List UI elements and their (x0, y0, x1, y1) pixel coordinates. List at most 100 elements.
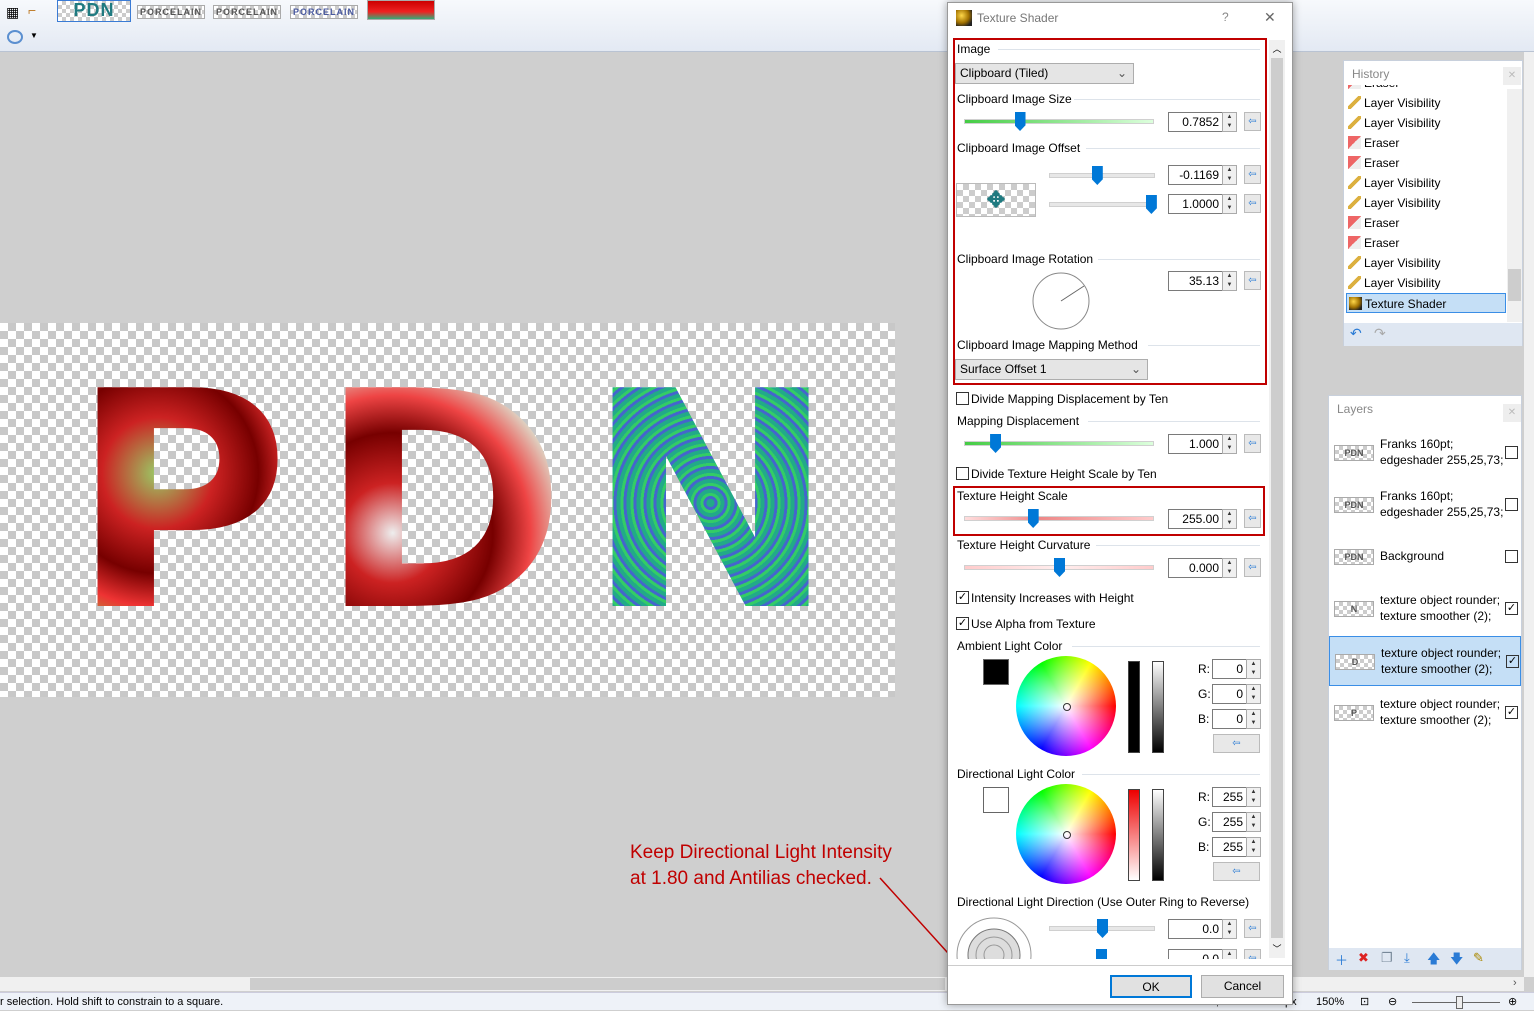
history-item[interactable]: Layer Visibility (1346, 93, 1506, 113)
ambient-r-spinner[interactable]: ▲ ▼ (1246, 659, 1261, 679)
ambient-g-spinner[interactable]: ▲ ▼ (1246, 684, 1261, 704)
divide-mapping-checkbox[interactable] (956, 392, 969, 405)
move-layer-up-icon[interactable]: 🡅 (1427, 950, 1440, 972)
offset-x-input[interactable]: -0.1169 (1168, 165, 1223, 185)
history-item[interactable]: Layer Visibility (1346, 273, 1506, 293)
layer-item[interactable]: PDN Franks 160pt; edgeshader 255,25,73; (1329, 480, 1521, 530)
divide-height-checkbox[interactable] (956, 467, 969, 480)
ambient-value-bar[interactable] (1152, 661, 1164, 753)
layer-visibility-checkbox[interactable] (1505, 498, 1518, 511)
ambient-color-wheel[interactable] (1016, 656, 1116, 756)
scroll-up-icon[interactable]: ︿ (1269, 42, 1285, 55)
directional-value-bar[interactable] (1152, 789, 1164, 881)
layer-visibility-checkbox[interactable] (1505, 446, 1518, 459)
layer-item[interactable]: N texture object rounder; texture smoothe… (1329, 584, 1521, 634)
image-dropdown[interactable]: Clipboard (Tiled) ⌄ (955, 63, 1134, 84)
layer-item[interactable]: PDN Background (1329, 532, 1521, 582)
height-scale-spinner[interactable]: ▲ ▼ (1222, 509, 1237, 529)
size-reset-button[interactable]: ⇦ (1244, 112, 1261, 131)
cancel-button[interactable]: Cancel (1201, 975, 1284, 998)
history-item[interactable]: Layer Visibility (1346, 253, 1506, 273)
offset-preview[interactable]: ✥ (956, 183, 1036, 217)
history-item[interactable]: Eraser (1346, 133, 1506, 153)
displacement-spinner[interactable]: ▲ ▼ (1222, 434, 1237, 454)
close-button[interactable]: ✕ (1264, 9, 1276, 26)
image-tab-tulips[interactable] (367, 0, 435, 20)
directional-g-input[interactable]: 255 (1212, 812, 1247, 832)
zoom-slider-thumb[interactable] (1456, 996, 1463, 1009)
image-tab-porcelain-2[interactable]: PORCELAIN (213, 5, 281, 19)
direction-slider-1[interactable] (1049, 919, 1155, 938)
curvature-spinner[interactable]: ▲ ▼ (1222, 558, 1237, 578)
offset-y-input[interactable]: 1.0000 (1168, 194, 1223, 214)
duplicate-layer-icon[interactable]: ❐ (1381, 950, 1393, 966)
directional-g-spinner[interactable]: ▲ ▼ (1246, 812, 1261, 832)
rotation-reset-button[interactable]: ⇦ (1244, 271, 1261, 290)
undo-icon[interactable]: ↶ (1350, 325, 1362, 342)
ruler-icon[interactable]: ⌐ (28, 2, 36, 18)
history-item[interactable]: Layer Visibility (1346, 173, 1506, 193)
layer-visibility-checkbox[interactable] (1505, 550, 1518, 563)
ok-button[interactable]: OK (1110, 975, 1192, 998)
layer-item[interactable]: D texture object rounder; texture smoothe… (1329, 636, 1521, 686)
directional-reset-button[interactable]: ⇦ (1213, 862, 1260, 881)
zoom-out-icon[interactable]: ⊖ (1388, 993, 1397, 1011)
displacement-reset-button[interactable]: ⇦ (1244, 434, 1261, 453)
rotation-spinner[interactable]: ▲ ▼ (1222, 271, 1237, 291)
ambient-b-input[interactable]: 0 (1212, 709, 1247, 729)
direction-input-2[interactable]: 0.0 (1168, 949, 1223, 959)
directional-b-input[interactable]: 255 (1212, 837, 1247, 857)
scroll-down-icon[interactable]: ﹀ (1269, 942, 1285, 955)
directional-hue-bar[interactable] (1128, 789, 1140, 881)
height-scale-slider[interactable] (964, 509, 1154, 528)
delete-layer-icon[interactable]: ✖ (1358, 950, 1369, 966)
history-item[interactable]: Eraser (1346, 233, 1506, 253)
offset-y-spinner[interactable]: ▲ ▼ (1222, 194, 1237, 214)
displacement-slider[interactable] (964, 434, 1154, 453)
direction-reset-button-1[interactable]: ⇦ (1244, 919, 1261, 938)
grid-icon[interactable]: ▦ (6, 4, 19, 21)
ambient-swatch[interactable] (983, 659, 1009, 685)
scrollbar-thumb[interactable] (250, 978, 945, 990)
ambient-hue-bar[interactable] (1128, 661, 1140, 753)
displacement-input[interactable]: 1.000 (1168, 434, 1223, 454)
move-layer-down-icon[interactable]: 🡇 (1450, 950, 1463, 972)
curvature-input[interactable]: 0.000 (1168, 558, 1223, 578)
direction-spinner-2[interactable]: ▲ (1222, 949, 1237, 959)
direction-input-1[interactable]: 0.0 (1168, 919, 1223, 939)
offset-y-reset-button[interactable]: ⇦ (1244, 194, 1261, 213)
history-item[interactable]: Eraser (1346, 153, 1506, 173)
layer-visibility-checkbox[interactable]: ✓ (1506, 655, 1519, 668)
history-item[interactable]: Layer Visibility (1346, 193, 1506, 213)
size-input[interactable]: 0.7852 (1168, 112, 1223, 132)
rotation-input[interactable]: 35.13 (1168, 271, 1223, 291)
fit-icon[interactable]: ⊡ (1360, 993, 1369, 1011)
directional-swatch[interactable] (983, 787, 1009, 813)
layer-properties-icon[interactable]: ✎ (1473, 950, 1484, 966)
size-spinner[interactable]: ▲ ▼ (1222, 112, 1237, 132)
rotation-dial[interactable] (1031, 271, 1091, 331)
history-scroll-thumb[interactable] (1508, 269, 1521, 301)
slider-thumb[interactable] (990, 434, 1002, 453)
height-scale-reset-button[interactable]: ⇦ (1244, 509, 1261, 528)
slider-thumb[interactable] (1054, 558, 1065, 577)
slider-thumb[interactable] (1097, 919, 1108, 938)
help-button[interactable]: ? (1222, 10, 1229, 24)
direction-reset-button-2[interactable]: ⇦ (1244, 949, 1261, 959)
layer-visibility-checkbox[interactable]: ✓ (1505, 602, 1518, 615)
image-tab-porcelain-1[interactable]: PORCELAIN (137, 5, 205, 19)
dialog-scrollbar[interactable]: ︿ ﹀ (1269, 40, 1285, 958)
offset-x-reset-button[interactable]: ⇦ (1244, 165, 1261, 184)
intensity-checkbox[interactable]: ✓ (956, 591, 969, 604)
mapping-dropdown[interactable]: Surface Offset 1 ⌄ (955, 359, 1148, 380)
use-alpha-checkbox[interactable]: ✓ (956, 617, 969, 630)
directional-r-input[interactable]: 255 (1212, 787, 1247, 807)
ambient-g-input[interactable]: 0 (1212, 684, 1247, 704)
height-scale-input[interactable]: 255.00 (1168, 509, 1223, 529)
image-tab-pdn[interactable]: PDN (57, 0, 131, 22)
history-item[interactable]: Layer Visibility (1346, 113, 1506, 133)
direction-spinner-1[interactable]: ▲ ▼ (1222, 919, 1237, 939)
layer-item[interactable]: P texture object rounder; texture smoothe… (1329, 688, 1521, 738)
history-item[interactable]: Eraser (1346, 85, 1506, 93)
size-slider[interactable] (964, 112, 1154, 131)
